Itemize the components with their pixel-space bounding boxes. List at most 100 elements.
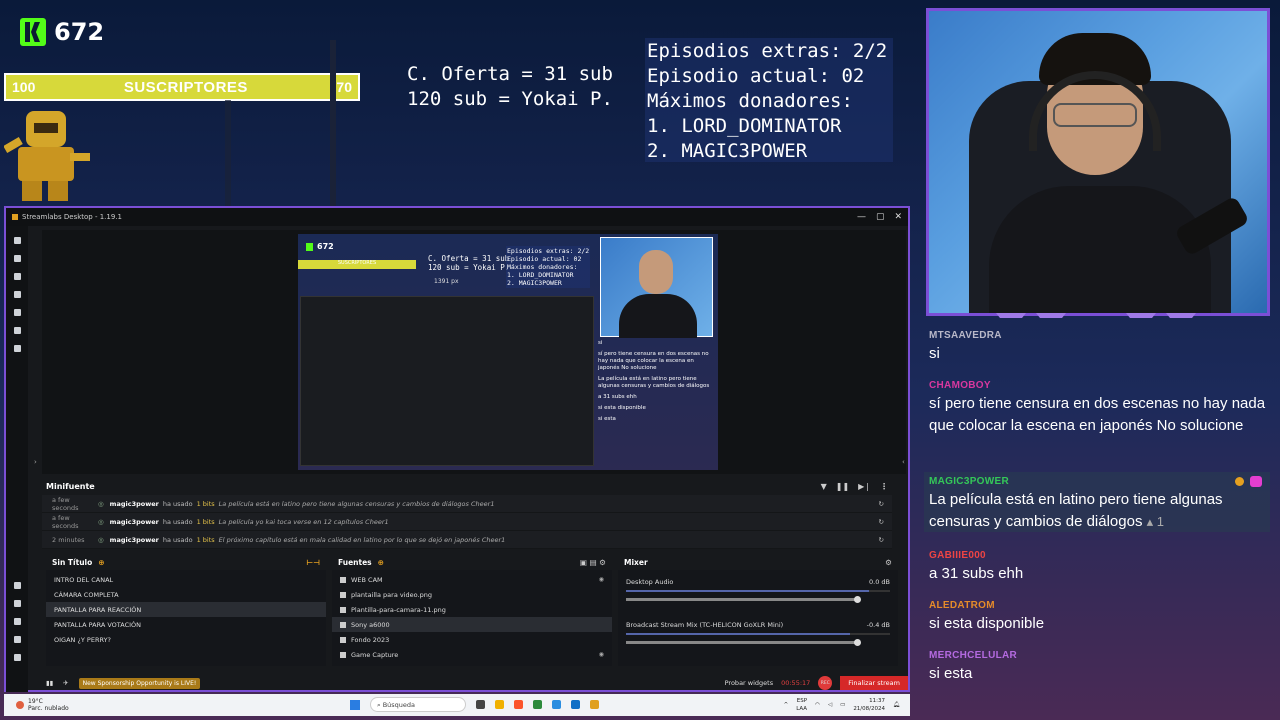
search-label: Búsqueda	[382, 701, 416, 709]
streamlabs-taskbar-icon[interactable]	[590, 700, 599, 709]
add-source-icon[interactable]: ⊕	[378, 558, 384, 567]
episodes-line: Episodio actual: 02	[647, 65, 865, 87]
subscriber-goal-bar: 100 SUSCRIPTORES 70	[4, 73, 360, 101]
heart-badge-icon	[1250, 476, 1262, 487]
scene-item[interactable]: INTRO DEL CANAL	[46, 572, 326, 587]
language-indicator[interactable]: ESP LAA	[796, 697, 807, 713]
minimize-button[interactable]: —	[857, 212, 866, 222]
preview-streamer-shirt	[619, 294, 697, 338]
chat-text: sí pero tiene censura en dos escenas no …	[929, 395, 1266, 434]
apps-icon[interactable]	[13, 345, 21, 352]
settings-icon[interactable]	[13, 636, 21, 643]
sponsorship-banner[interactable]: New Sponsorship Opportunity is LIVE!	[78, 677, 201, 689]
source-item-selected[interactable]: Sony a6000	[332, 617, 612, 632]
profile-icon[interactable]	[13, 654, 21, 661]
volume-icon[interactable]: ◁	[828, 701, 832, 709]
window-title: Streamlabs Desktop - 1.19.1	[22, 213, 122, 221]
scene-item-selected[interactable]: PANTALLA PARA REACCIÓN	[46, 602, 326, 617]
windows-start-icon[interactable]	[350, 699, 360, 710]
preview-chat-line: si	[598, 340, 603, 346]
scene-item[interactable]: PANTALLA PARA VOTACIÓN	[46, 617, 326, 632]
stats-icon[interactable]	[13, 327, 21, 334]
close-button[interactable]: ✕	[894, 212, 902, 222]
preview-kick-badge: 672	[306, 242, 334, 251]
wifi-icon[interactable]: ◠	[815, 701, 820, 709]
maximize-button[interactable]: ▢	[876, 212, 885, 222]
source-item[interactable]: Plantilla-para-camara-11.png	[332, 602, 612, 617]
source-item[interactable]: Fondo 2023	[332, 632, 612, 647]
skip-icon[interactable]: ▶❘	[858, 482, 871, 491]
kick-follower-count: 672	[54, 18, 105, 46]
task-view-icon[interactable]	[476, 700, 485, 709]
chat-message-highlighted: MAGIC3POWER La película está en latino p…	[924, 472, 1270, 532]
source-label: Game Capture	[351, 650, 399, 659]
file-explorer-icon[interactable]	[495, 700, 504, 709]
rocket-icon[interactable]: ✈	[63, 679, 68, 687]
store-icon[interactable]	[13, 309, 21, 316]
weather-widget[interactable]: 19°C Parc. nublado	[4, 698, 69, 712]
scenes-title[interactable]: Sin Título	[52, 558, 92, 567]
preview-chat-line: a 31 subs ehh	[598, 394, 637, 400]
source-folder-icon[interactable]: ▣ ▤ ⚙	[580, 558, 606, 567]
source-item[interactable]: Game Capture ◉	[332, 647, 612, 662]
volume-slider[interactable]	[626, 596, 862, 603]
event-bits: 1 bits	[196, 535, 215, 544]
chat-panel: MTSAAVEDRA si CHAMOBOY sí pero tiene cen…	[924, 318, 1276, 692]
clock-time: 11:37	[869, 698, 886, 704]
volume-slider[interactable]	[626, 639, 862, 646]
notifications-icon[interactable]: 🔔︎	[893, 701, 900, 709]
event-platform-icon: ◎	[98, 535, 104, 544]
editor-icon[interactable]	[13, 237, 21, 244]
chat-message: MERCHCELULAR si esta	[924, 650, 1270, 685]
scene-item[interactable]: CÁMARA COMPLETA	[46, 587, 326, 602]
mixer-list: Desktop Audio 0.0 dB Broadcast Stream Mix…	[618, 570, 898, 666]
preview-canvas[interactable]: 672 SUSCRIPTORES C. Oferta = 31 sub 120 …	[298, 234, 718, 470]
image-source-icon	[340, 591, 346, 598]
chat-username: MAGIC3POWER	[929, 476, 1009, 487]
replay-icon[interactable]: ↻	[879, 536, 884, 544]
studio-mode-icon[interactable]	[13, 582, 21, 589]
tray-chevron-icon[interactable]: ^	[784, 701, 789, 709]
minifuente-header: Minifuente ▼ ❚❚ ▶❘ ⋮	[42, 478, 892, 495]
preview-nested-capture	[300, 296, 594, 466]
source-item[interactable]: plantailla para video.png	[332, 587, 612, 602]
replay-icon[interactable]: ↻	[879, 500, 884, 508]
left-nav	[6, 226, 28, 692]
collapse-right-arrow-icon[interactable]: ‹	[902, 458, 905, 466]
preview-webcam-source[interactable]	[600, 237, 713, 338]
wind-turbine-tower	[225, 100, 231, 210]
app-icon[interactable]	[552, 700, 561, 709]
collapse-left-arrow-icon[interactable]: ›	[34, 458, 37, 466]
record-button[interactable]: REC	[818, 676, 833, 690]
preview-kick-count: 672	[317, 242, 334, 251]
scene-collection-icon[interactable]: ⊢⊣	[306, 558, 320, 567]
end-stream-button[interactable]: Finalizar stream	[840, 676, 908, 690]
battery-icon[interactable]: ▭	[840, 701, 845, 709]
scene-preview[interactable]: 672 SUSCRIPTORES C. Oferta = 31 sub 120 …	[42, 230, 906, 474]
vscode-icon[interactable]	[571, 700, 580, 709]
source-item[interactable]: WEB CAM ◉	[332, 572, 612, 587]
visibility-icon[interactable]: ◉	[599, 651, 604, 658]
visibility-icon[interactable]: ◉	[599, 576, 604, 583]
chat-username: CHAMOBOY	[929, 380, 991, 391]
layout-icon[interactable]	[13, 273, 21, 280]
replay-icon[interactable]: ↻	[879, 518, 884, 526]
chat-message: GABIIIE000 a 31 subs ehh	[924, 550, 1270, 585]
filter-icon[interactable]: ▼	[821, 482, 827, 491]
tools-icon[interactable]	[13, 291, 21, 298]
taskbar-search[interactable]: ⌕ Búsqueda	[370, 697, 466, 712]
help-icon[interactable]	[13, 618, 21, 625]
dashboard-icon[interactable]	[13, 255, 21, 262]
test-widgets-button[interactable]: Probar widgets	[725, 679, 773, 687]
app-icon[interactable]	[533, 700, 542, 709]
pause-icon[interactable]: ❚❚	[836, 482, 849, 491]
add-scene-icon[interactable]: ⊕	[98, 558, 104, 567]
layout-editor-icon[interactable]	[13, 600, 21, 607]
stats-icon[interactable]: ▮▮	[46, 679, 53, 687]
brave-browser-icon[interactable]	[514, 700, 523, 709]
sources-title: Fuentes	[338, 558, 372, 567]
mixer-settings-icon[interactable]: ⚙	[885, 558, 892, 567]
more-icon[interactable]: ⋮	[880, 482, 888, 491]
scene-item[interactable]: OIGAN ¿Y PERRY?	[46, 632, 326, 647]
camera-source-icon	[340, 621, 346, 628]
